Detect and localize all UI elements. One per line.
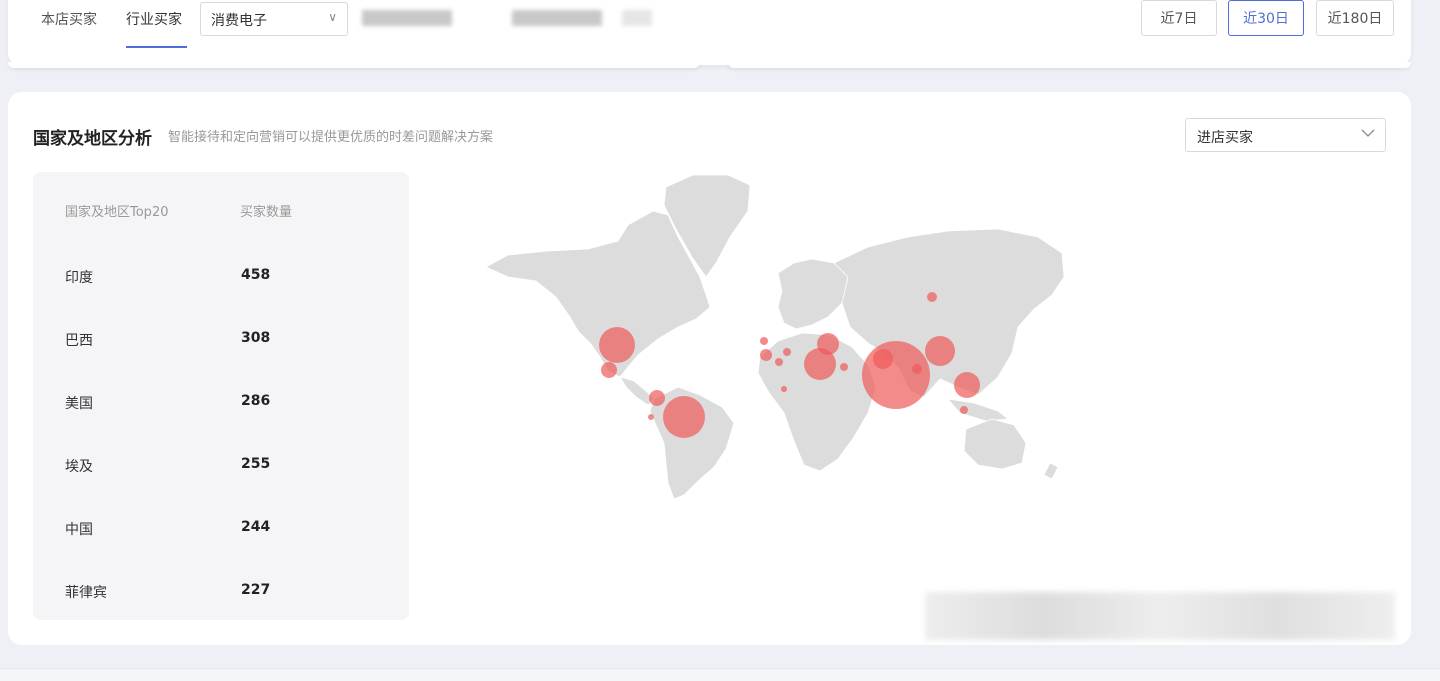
country-bubble[interactable] [760,349,772,361]
buyer-count: 286 [241,393,271,409]
country-name: 印度 [65,270,93,286]
range-30-days-button[interactable]: 近30日 [1228,0,1304,36]
active-tab-indicator [126,46,187,48]
card-edge [728,62,1411,68]
table-row: 菲律宾 227 [33,582,409,606]
section-subtitle: 智能接待和定向营销可以提供更优质的时差问题解决方案 [168,130,494,145]
top-countries-table: 国家及地区Top20 买家数量 印度 458 巴西 308 美国 286 埃及 … [33,172,409,620]
country-name: 巴西 [65,333,93,349]
country-bubble[interactable] [840,363,848,371]
continent-new-zealand [1043,462,1059,480]
country-bubble[interactable] [663,396,705,438]
category-select-value: 消费电子 [211,13,267,29]
country-bubble[interactable] [925,336,955,366]
country-name: 埃及 [65,459,93,475]
country-bubble[interactable] [927,292,937,302]
world-bubble-map [478,167,1078,507]
buyer-count: 255 [241,456,271,472]
country-bubble[interactable] [954,372,980,398]
region-analysis-card: 国家及地区分析 智能接待和定向营销可以提供更优质的时差问题解决方案 进店买家 国… [8,92,1411,645]
category-select[interactable]: 消费电子 ∨ [200,2,348,36]
range-7-days-button[interactable]: 近7日 [1141,0,1217,36]
buyer-type-select[interactable]: 进店买家 [1185,118,1386,152]
country-bubble[interactable] [912,364,922,374]
buyer-count: 244 [241,519,271,535]
country-name: 菲律宾 [65,585,107,601]
range-180-days-button[interactable]: 近180日 [1316,0,1394,36]
country-bubble[interactable] [783,348,791,356]
buyer-count: 308 [241,330,271,346]
redacted-field [362,10,452,26]
continent-north-america [485,210,711,378]
continent-europe [777,258,851,330]
redacted-field [622,10,652,26]
chevron-down-icon [1361,129,1375,137]
continent-central-america [619,376,655,406]
country-bubble[interactable] [804,348,836,380]
redacted-field [512,10,602,26]
table-row: 埃及 255 [33,456,409,480]
column-header-country: 国家及地区Top20 [65,205,169,220]
country-name: 美国 [65,396,93,412]
country-bubble[interactable] [760,337,768,345]
buyer-count: 458 [241,267,271,283]
world-map-svg [485,174,1065,500]
page-bottom-strip [0,668,1440,681]
buyer-count: 227 [241,582,271,598]
chevron-down-icon: ∨ [328,10,337,24]
section-title: 国家及地区分析 [33,129,152,149]
tab-store-buyers[interactable]: 本店买家 [41,9,97,29]
buyer-type-select-value: 进店买家 [1197,130,1253,146]
country-bubble[interactable] [648,414,654,420]
country-bubble[interactable] [601,362,617,378]
redacted-footer [925,592,1395,640]
table-row: 中国 244 [33,519,409,543]
country-bubble[interactable] [960,406,968,414]
filter-bar: 本店买家 行业买家 消费电子 ∨ 近7日 近30日 近180日 [8,0,1411,65]
country-bubble[interactable] [862,341,930,409]
table-row: 美国 286 [33,393,409,417]
continent-australia [963,418,1027,470]
country-bubble[interactable] [781,386,787,392]
continents [485,174,1065,500]
country-bubble[interactable] [649,390,665,406]
card-edge [8,62,700,68]
country-bubble[interactable] [775,358,783,366]
continent-southeast-asia [946,398,1010,422]
table-row: 巴西 308 [33,330,409,354]
tab-industry-buyers[interactable]: 行业买家 [126,9,182,29]
table-row: 印度 458 [33,267,409,291]
country-bubble[interactable] [599,327,635,363]
country-name: 中国 [65,522,93,538]
column-header-buyer-count: 买家数量 [240,205,293,220]
